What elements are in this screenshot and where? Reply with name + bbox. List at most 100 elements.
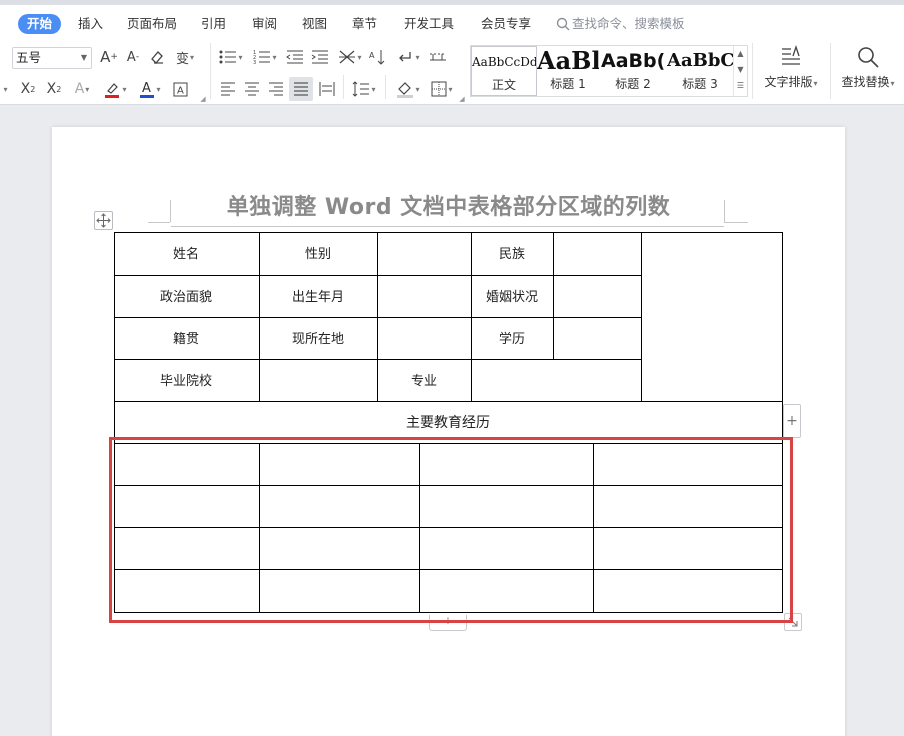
- bullet-list-icon[interactable]: ▾: [217, 47, 245, 67]
- command-search[interactable]: 查找命令、搜索模板: [556, 14, 685, 34]
- style-sample: AaBl: [537, 46, 599, 75]
- table-cell[interactable]: 毕业院校: [160, 373, 212, 389]
- style-name: 标题 3: [682, 77, 718, 91]
- separator: [830, 43, 831, 99]
- table-cell[interactable]: 学历: [499, 331, 525, 347]
- table-cell[interactable]: 出生年月: [292, 290, 344, 305]
- font-dialog-launcher-icon[interactable]: ◢: [199, 95, 207, 103]
- menu-tab-member[interactable]: 会员专享: [481, 14, 531, 34]
- add-column-button[interactable]: +: [783, 404, 801, 438]
- text-effect-icon[interactable]: A ▾: [70, 79, 94, 99]
- table-cell[interactable]: 政治面貌: [160, 290, 212, 305]
- section-header-cell[interactable]: 主要教育经历: [406, 415, 490, 431]
- menu-bar: 开始 插入 页面布局 引用 审阅 视图 章节 开发工具 会员专享 查找命令、搜索…: [0, 5, 904, 39]
- chevron-down-icon[interactable]: ▼: [734, 62, 747, 78]
- font-size-select[interactable]: 五号 ▼: [12, 47, 92, 69]
- table-cell[interactable]: 婚姻状况: [486, 290, 538, 305]
- style-sample: AaBbC: [667, 50, 733, 71]
- menu-tab-page-layout[interactable]: 页面布局: [127, 14, 177, 34]
- style-sample: AaBb(: [601, 50, 665, 72]
- subscript-icon[interactable]: X2: [44, 79, 64, 99]
- expand-gallery-icon[interactable]: ☰: [734, 78, 747, 94]
- styles-gallery: AaBbCcDd 正文 AaBl 标题 1 AaBb( 标题 2 AaBbC 标…: [470, 45, 748, 97]
- text-layout-label: 文字排版: [764, 75, 813, 89]
- style-heading-2[interactable]: AaBb( 标题 2: [601, 46, 665, 96]
- table-cell[interactable]: 专业: [411, 374, 437, 389]
- move-icon: [96, 213, 111, 228]
- phonetic-guide-icon[interactable]: 变 ▾: [172, 47, 198, 67]
- document-title[interactable]: 单独调整 Word 文档中表格部分区域的列数: [52, 189, 845, 221]
- font-color-icon[interactable]: A ▾: [136, 79, 164, 99]
- paragraph-dialog-launcher-icon[interactable]: ◢: [458, 95, 466, 103]
- margin-corner-mark: [148, 222, 170, 223]
- table-cell[interactable]: 民族: [499, 246, 525, 262]
- style-name: 标题 2: [615, 77, 651, 91]
- chevron-down-icon[interactable]: ▾: [0, 79, 10, 99]
- svg-text:3: 3: [253, 60, 256, 65]
- style-sample: AaBbCcDd: [472, 55, 536, 69]
- table-resize-handle[interactable]: [784, 613, 802, 631]
- separator: [210, 43, 211, 99]
- gallery-scroll[interactable]: ▲ ▼ ☰: [733, 46, 747, 96]
- info-table[interactable]: 姓名 性别 民族 政治面貌 出生年月 婚姻状况 籍贯 现所在地 学历 毕业院校 …: [114, 232, 783, 613]
- grow-font-icon[interactable]: A +: [100, 47, 118, 67]
- style-name: 正文: [491, 78, 516, 92]
- text-layout-icon: [782, 45, 800, 65]
- find-replace-button[interactable]: 查找替换▾: [838, 45, 898, 90]
- line-spacing-icon[interactable]: ▾: [349, 79, 379, 99]
- title-underline: [171, 226, 724, 227]
- shading-icon[interactable]: ▾: [393, 79, 423, 99]
- superscript-icon[interactable]: X2: [18, 79, 38, 99]
- style-heading-1[interactable]: AaBl 标题 1: [537, 46, 599, 96]
- character-border-icon[interactable]: A: [170, 79, 190, 99]
- style-heading-3[interactable]: AaBbC 标题 3: [667, 46, 733, 96]
- tab-stops-icon[interactable]: [428, 47, 448, 67]
- add-row-button[interactable]: +: [429, 615, 467, 631]
- menu-tab-insert[interactable]: 插入: [78, 14, 103, 34]
- align-center-icon[interactable]: [242, 79, 262, 99]
- shrink-font-icon[interactable]: A-: [124, 47, 142, 67]
- margin-corner-mark: [724, 222, 748, 223]
- align-right-icon[interactable]: [266, 79, 286, 99]
- menu-tab-review[interactable]: 审阅: [252, 14, 277, 34]
- search-placeholder: 查找命令、搜索模板: [572, 16, 685, 31]
- menu-tab-view[interactable]: 视图: [302, 14, 327, 34]
- style-name: 标题 1: [550, 77, 586, 91]
- svg-text:A: A: [177, 85, 184, 96]
- svg-text:A: A: [142, 81, 151, 96]
- show-marks-icon[interactable]: ▾: [394, 47, 422, 67]
- separator: [752, 43, 753, 99]
- style-normal[interactable]: AaBbCcDd 正文: [471, 46, 537, 96]
- chinese-layout-icon[interactable]: ▾: [336, 47, 364, 67]
- magnifier-icon: [858, 47, 879, 68]
- justify-icon[interactable]: [289, 77, 313, 101]
- text-layout-button[interactable]: 文字排版▾: [760, 45, 822, 90]
- decrease-indent-icon[interactable]: [285, 47, 305, 67]
- table-move-handle[interactable]: [94, 211, 113, 230]
- highlight-color-icon[interactable]: ▾: [100, 79, 130, 99]
- align-left-icon[interactable]: [218, 79, 238, 99]
- table-cell[interactable]: 现所在地: [292, 332, 344, 347]
- menu-tab-section[interactable]: 章节: [352, 14, 377, 34]
- resize-icon: [788, 617, 798, 627]
- numbered-list-icon[interactable]: 1 2 3 ▾: [251, 47, 279, 67]
- menu-tab-home[interactable]: 开始: [18, 14, 62, 34]
- ribbon-toolbar: 五号 ▼ ▾ A + A- 变 ▾ X2 X2 A ▾ ▾ A ▾ A ◢ ▾ 1 2 3 ▾ …: [0, 39, 904, 105]
- clear-format-icon[interactable]: [148, 47, 166, 67]
- distributed-align-icon[interactable]: [317, 79, 337, 99]
- menu-tab-references[interactable]: 引用: [201, 14, 226, 34]
- separator: [385, 75, 386, 99]
- increase-indent-icon[interactable]: [310, 47, 330, 67]
- find-replace-label: 查找替换: [841, 75, 890, 89]
- borders-icon[interactable]: ▾: [428, 79, 456, 99]
- svg-text:A: A: [369, 51, 375, 60]
- table-cell[interactable]: 性别: [305, 247, 331, 262]
- chevron-up-icon[interactable]: ▲: [734, 46, 747, 62]
- table-cell[interactable]: 籍贯: [173, 331, 199, 347]
- menu-tab-developer[interactable]: 开发工具: [404, 14, 454, 34]
- font-size-value: 五号: [16, 50, 42, 65]
- sort-icon[interactable]: A: [368, 47, 388, 67]
- chevron-down-icon: ▼: [80, 53, 87, 62]
- table-cell[interactable]: 姓名: [173, 246, 199, 262]
- search-icon: [556, 17, 570, 31]
